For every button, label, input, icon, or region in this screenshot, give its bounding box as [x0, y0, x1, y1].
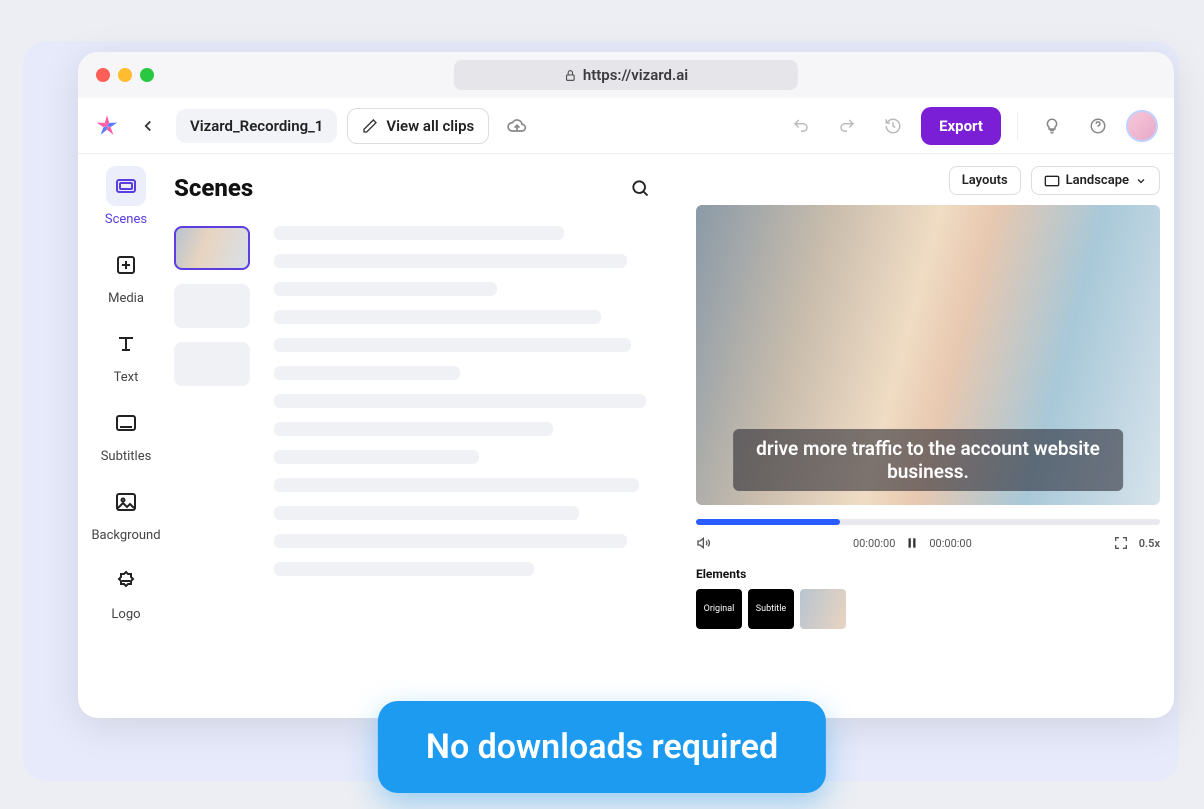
help-button[interactable] [1080, 108, 1116, 144]
sidebar-label: Subtitles [101, 449, 152, 464]
skeleton-line [274, 450, 479, 464]
traffic-lights [96, 68, 154, 82]
scene-thumb-1[interactable] [174, 226, 250, 270]
sidebar-label: Media [108, 291, 144, 306]
minimize-icon[interactable] [118, 68, 132, 82]
divider [1017, 112, 1018, 140]
landscape-icon [1044, 175, 1060, 187]
subtitles-icon [114, 411, 138, 435]
skeleton-line [274, 478, 639, 492]
sidebar-item-logo[interactable]: Logo [106, 561, 146, 622]
skeleton-line [274, 394, 646, 408]
player-controls: 00:00:00 00:00:00 0.5x [696, 535, 1160, 551]
skeleton-line [274, 338, 631, 352]
project-name-chip[interactable]: Vizard_Recording_1 [176, 109, 337, 143]
skeleton-line [274, 506, 579, 520]
sidebar: Scenes Media Text Subtitles Background L… [78, 154, 174, 718]
skeleton-line [274, 226, 564, 240]
sidebar-item-subtitles[interactable]: Subtitles [101, 403, 152, 464]
view-all-label: View all clips [386, 117, 474, 135]
skeleton-line [274, 562, 534, 576]
url-text: https://vizard.ai [583, 66, 688, 84]
scenes-icon [114, 174, 138, 198]
app-logo-icon [94, 113, 120, 139]
sidebar-item-background[interactable]: Background [91, 482, 160, 543]
sidebar-label: Text [114, 370, 139, 385]
app-body: Scenes Media Text Subtitles Background L… [78, 154, 1174, 718]
export-button[interactable]: Export [921, 107, 1001, 145]
fullscreen-icon[interactable] [1113, 535, 1129, 551]
speed-label[interactable]: 0.5x [1139, 537, 1160, 550]
skeleton-line [274, 534, 627, 548]
scene-thumb-3[interactable] [174, 342, 250, 386]
sidebar-label: Scenes [105, 212, 147, 227]
help-icon [1089, 117, 1107, 135]
sidebar-label: Logo [111, 607, 140, 622]
cloud-upload-button[interactable] [499, 108, 535, 144]
titlebar: https://vizard.ai [78, 52, 1174, 98]
promo-banner: No downloads required [378, 701, 826, 793]
element-original[interactable]: Original [696, 589, 742, 629]
lock-icon [564, 69, 577, 82]
scene-thumb-2[interactable] [174, 284, 250, 328]
scenes-panel: Scenes [174, 154, 684, 718]
chevron-down-icon [1135, 175, 1147, 187]
sidebar-item-media[interactable]: Media [106, 245, 146, 306]
transcript-skeleton [274, 226, 666, 576]
sidebar-item-text[interactable]: Text [106, 324, 146, 385]
progress-bar[interactable] [696, 519, 1160, 525]
orientation-label: Landscape [1066, 173, 1129, 188]
panel-title: Scenes [174, 174, 253, 202]
pencil-icon [362, 118, 378, 134]
history-icon [884, 117, 902, 135]
sidebar-label: Background [91, 528, 160, 543]
skeleton-line [274, 254, 627, 268]
app-toolbar: Vizard_Recording_1 View all clips Export [78, 98, 1174, 154]
maximize-icon[interactable] [140, 68, 154, 82]
redo-button[interactable] [829, 108, 865, 144]
search-icon [630, 178, 650, 198]
preview-panel: Layouts Landscape drive more traffic to … [684, 154, 1174, 718]
view-all-clips-button[interactable]: View all clips [347, 108, 489, 144]
lightbulb-icon [1043, 117, 1061, 135]
close-icon[interactable] [96, 68, 110, 82]
orientation-select[interactable]: Landscape [1031, 166, 1160, 195]
media-icon [114, 253, 138, 277]
avatar[interactable] [1126, 110, 1158, 142]
badge-icon [114, 569, 138, 593]
history-button[interactable] [875, 108, 911, 144]
cloud-icon [507, 116, 527, 136]
video-caption: drive more traffic to the account websit… [733, 429, 1123, 491]
video-preview[interactable]: drive more traffic to the account websit… [696, 205, 1160, 505]
elements-heading: Elements [696, 567, 1160, 581]
sidebar-item-scenes[interactable]: Scenes [105, 166, 147, 227]
back-button[interactable] [130, 108, 166, 144]
search-button[interactable] [622, 170, 658, 206]
volume-icon[interactable] [696, 535, 712, 551]
elements-row: Original Subtitle [696, 589, 1160, 629]
skeleton-line [274, 366, 460, 380]
undo-icon [792, 117, 810, 135]
skeleton-line [274, 310, 601, 324]
redo-icon [838, 117, 856, 135]
text-icon [114, 332, 138, 356]
progress-fill [696, 519, 840, 525]
tips-button[interactable] [1034, 108, 1070, 144]
time-current: 00:00:00 [853, 537, 895, 550]
browser-window: https://vizard.ai Vizard_Recording_1 Vie… [78, 52, 1174, 718]
image-icon [114, 490, 138, 514]
layouts-button[interactable]: Layouts [949, 166, 1021, 195]
url-bar[interactable]: https://vizard.ai [454, 60, 798, 90]
element-subtitle[interactable]: Subtitle [748, 589, 794, 629]
undo-button[interactable] [783, 108, 819, 144]
time-total: 00:00:00 [929, 537, 971, 550]
chevron-left-icon [139, 117, 157, 135]
element-image[interactable] [800, 589, 846, 629]
pause-icon[interactable] [905, 536, 919, 550]
skeleton-line [274, 422, 553, 436]
skeleton-line [274, 282, 497, 296]
scene-thumbnails [174, 226, 254, 576]
